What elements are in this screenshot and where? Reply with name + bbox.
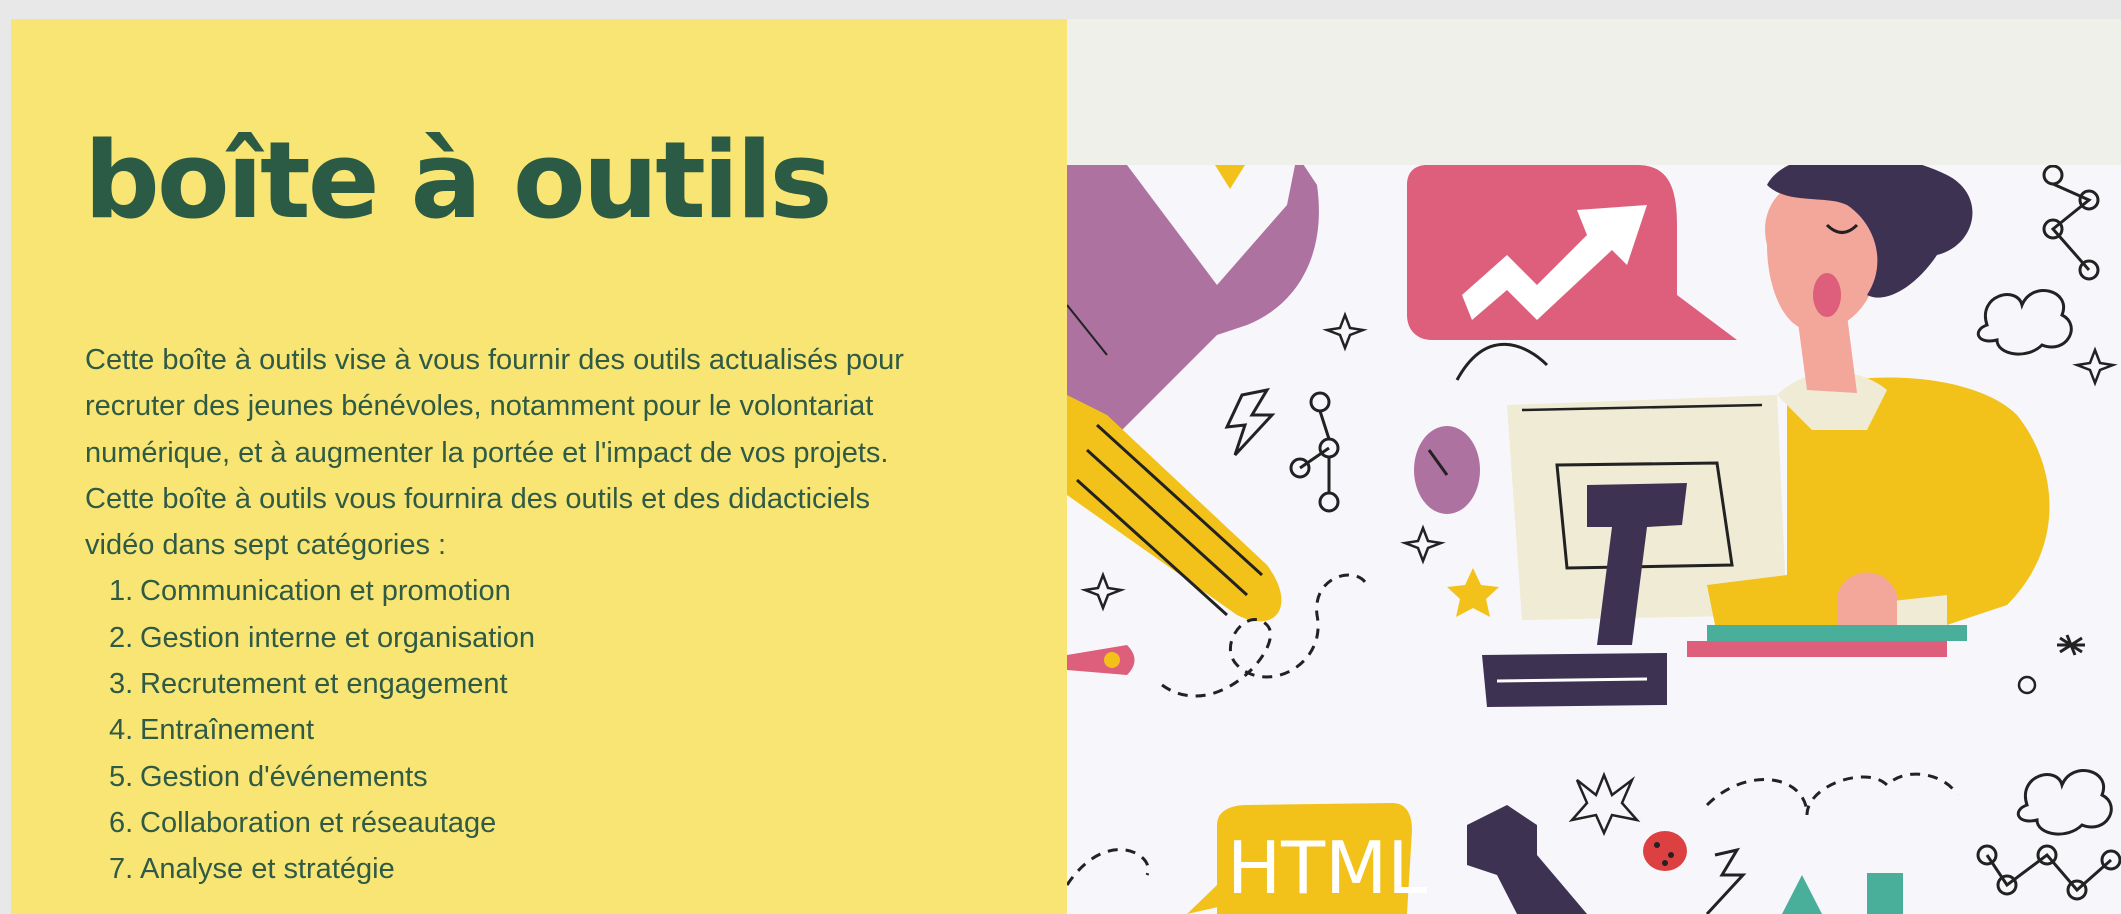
list-item-number: 6.: [109, 806, 134, 839]
teal-shape: [1867, 873, 1903, 914]
list-item: 1. Communication et promotion: [109, 568, 945, 614]
dot-icon: [2017, 675, 2037, 695]
list-item-label: Recrutement et engagement: [140, 668, 508, 701]
list-item: 3. Recrutement et engagement: [109, 661, 945, 707]
list-item: 2. Gestion interne et organisation: [109, 615, 945, 661]
rocket-icon: [1067, 645, 1135, 675]
page: boîte à outils Cette boîte à outils vise…: [11, 19, 2121, 914]
dashed-path: [1705, 772, 1959, 816]
list-item: 4. Entraînement: [109, 707, 945, 753]
list-item-label: Analyse et stratégie: [140, 853, 395, 886]
lightning-icon: [1224, 387, 1276, 457]
cloud-icon: [1976, 289, 2073, 356]
intro-paragraph-2: Cette boîte à outils vous fournira des o…: [85, 482, 871, 562]
computer-icon: [1482, 395, 1787, 707]
teal-shape: [1782, 875, 1822, 914]
star-icon: [1400, 524, 1446, 565]
network-nodes-icon: [1289, 391, 1340, 513]
intro-paragraph-1: Cette boîte à outils vise à vous fournir…: [85, 344, 904, 469]
category-list: 1. Communication et promotion 2. Gestion i…: [85, 568, 945, 892]
list-item-number: 1.: [109, 575, 134, 608]
intro-text: Cette boîte à outils vise à vous fournir…: [85, 337, 945, 893]
list-item-label: Gestion interne et organisation: [140, 621, 535, 654]
list-item: 6. Collaboration et réseautage: [109, 800, 945, 846]
list-item: 7. Analyse et stratégie: [109, 846, 945, 892]
triangle-icon: [1215, 165, 1245, 189]
star-icon: [1447, 568, 1499, 617]
star-icon: [1568, 771, 1641, 837]
list-item-number: 7.: [109, 853, 134, 886]
star-icon: [2072, 346, 2118, 387]
star-icon: [2057, 634, 2085, 656]
dashed-path: [1067, 848, 1150, 886]
list-item-number: 3.: [109, 668, 134, 701]
list-item: 5. Gestion d'événements: [109, 754, 945, 800]
top-band: [1067, 19, 2121, 165]
star-icon: [1322, 311, 1368, 352]
toolbox-illustration: HTML: [1067, 165, 2121, 914]
ladybug-icon: [1643, 831, 1687, 871]
list-item-number: 4.: [109, 714, 134, 747]
list-item-number: 5.: [109, 760, 134, 793]
toolbox-text-panel: boîte à outils Cette boîte à outils vise…: [11, 19, 1067, 914]
chart-up-bubble-icon: [1407, 165, 1737, 340]
list-item-label: Communication et promotion: [140, 575, 511, 608]
list-item-label: Collaboration et réseautage: [140, 806, 497, 839]
list-item-number: 2.: [109, 621, 134, 654]
list-item-label: Gestion d'événements: [140, 760, 428, 793]
html-bubble-text: HTML: [1227, 826, 1427, 910]
page-title: boîte à outils: [84, 119, 833, 242]
illustration-panel: HTML: [1067, 19, 2121, 914]
star-icon: [1080, 571, 1126, 612]
html-bubble-icon: HTML: [1187, 803, 1427, 914]
cloud-icon: [2016, 769, 2113, 836]
list-item-label: Entraînement: [140, 714, 315, 747]
network-nodes-icon: [2042, 165, 2100, 281]
network-nodes-icon: [1976, 844, 2121, 901]
wrench-icon: [1467, 805, 1587, 914]
lightning-icon: [1705, 847, 1747, 914]
